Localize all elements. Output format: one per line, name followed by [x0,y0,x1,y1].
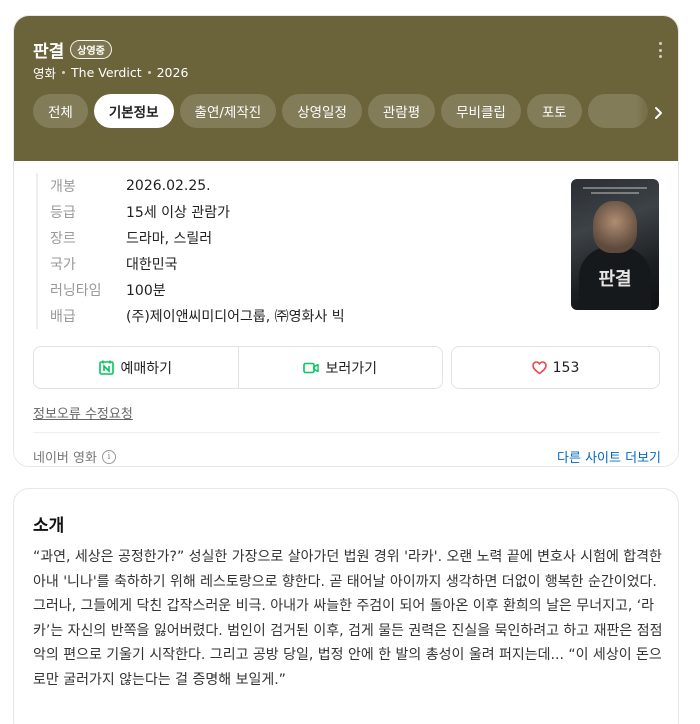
tab-basic-info[interactable]: 기본정보 [93,94,174,128]
tab-photos[interactable]: 포토 [526,94,582,128]
info-label: 등급 [50,205,76,221]
intro-card: 소개 “과연, 세상은 공정한가?” 성실한 가장으로 살아가던 법원 경위 '… [13,488,679,724]
separator-dot [147,71,151,74]
info-icon[interactable]: i [101,449,116,464]
category-label: 영화 [33,66,57,81]
chevron-right-icon [655,107,662,119]
tab-reviews[interactable]: 관람평 [367,94,436,128]
info-row-distributor: 배급 (주)제이앤씨미디어그룹, ㈜영화사 빅 [50,303,345,329]
info-row-release: 개봉 2026.02.25. [50,173,345,199]
english-title: The Verdict [71,65,142,80]
movie-poster[interactable]: 판결 [571,179,659,310]
title-row: 판결 상영중 [33,37,112,62]
tab-scroll-next-button[interactable] [636,96,678,130]
more-sites-link[interactable]: 다른 사이트 더보기 [557,447,661,466]
like-count: 153 [552,359,580,376]
info-label: 배급 [50,309,76,325]
heart-icon [531,360,547,374]
poster-figure-face [593,201,637,253]
movie-header: 판결 상영중 영화 The Verdict 2026 전체 기본정보 출연/제작… [14,16,678,161]
tab-all[interactable]: 전체 [33,94,88,128]
basic-info-section: 개봉 2026.02.25. 등급 15세 이상 관람가 장르 드라마, 스릴러… [14,161,678,466]
info-value: 100분 [126,283,166,299]
info-value: 대한민국 [126,257,178,273]
more-options-icon[interactable] [658,42,662,58]
tab-movie-clips[interactable]: 무비클립 [441,94,521,128]
poster-title: 판결 [598,269,632,290]
release-year: 2026 [156,65,189,80]
poster-decoration [583,187,647,189]
info-value: (주)제이앤씨미디어그룹, ㈜영화사 빅 [126,309,345,325]
watch-label: 보러가기 [325,360,378,377]
info-value: 드라마, 스릴러 [126,231,213,247]
separator-dot [62,71,66,74]
video-camera-icon [303,362,320,373]
info-list: 개봉 2026.02.25. 등급 15세 이상 관람가 장르 드라마, 스릴러… [36,173,345,329]
status-badge: 상영중 [70,40,112,59]
reserve-button[interactable]: 예매하기 [34,347,238,388]
info-row-rating: 등급 15세 이상 관람가 [50,199,345,225]
info-label: 개봉 [50,179,76,195]
info-label: 러닝타임 [50,283,102,299]
action-button-group: 예매하기 보러가기 [33,346,443,389]
info-label: 장르 [50,231,76,247]
tab-bar: 전체 기본정보 출연/제작진 상영일정 관람평 무비클립 포토 [33,94,653,128]
movie-title[interactable]: 판결 [33,37,64,62]
intro-title: 소개 [33,516,65,536]
source-name: 네이버 영화 [33,451,97,466]
source-label: 네이버 영화 i [33,447,116,466]
poster-decoration [591,192,639,194]
info-row-country: 국가 대한민국 [50,251,345,277]
report-error-link[interactable]: 정보오류 수정요청 [33,403,133,422]
movie-subtitle: 영화 The Verdict 2026 [33,63,188,82]
info-label: 국가 [50,257,76,273]
reserve-label: 예매하기 [120,360,173,377]
info-value: 15세 이상 관람가 [126,205,230,221]
watch-button[interactable]: 보러가기 [237,347,443,388]
tab-cast-crew[interactable]: 출연/제작진 [179,94,277,128]
info-value: 2026.02.25. [126,178,211,194]
tab-showtimes[interactable]: 상영일정 [282,94,362,128]
movie-info-card: 판결 상영중 영화 The Verdict 2026 전체 기본정보 출연/제작… [13,15,679,467]
intro-text: “과연, 세상은 공정한가?” 성실한 가장으로 살아가던 법원 경위 '라카'… [33,549,663,688]
naver-booking-icon [99,360,115,375]
info-row-genre: 장르 드라마, 스릴러 [50,225,345,251]
divider [33,432,660,433]
info-row-runtime: 러닝타임 100분 [50,277,345,303]
like-button[interactable]: 153 [451,346,660,389]
